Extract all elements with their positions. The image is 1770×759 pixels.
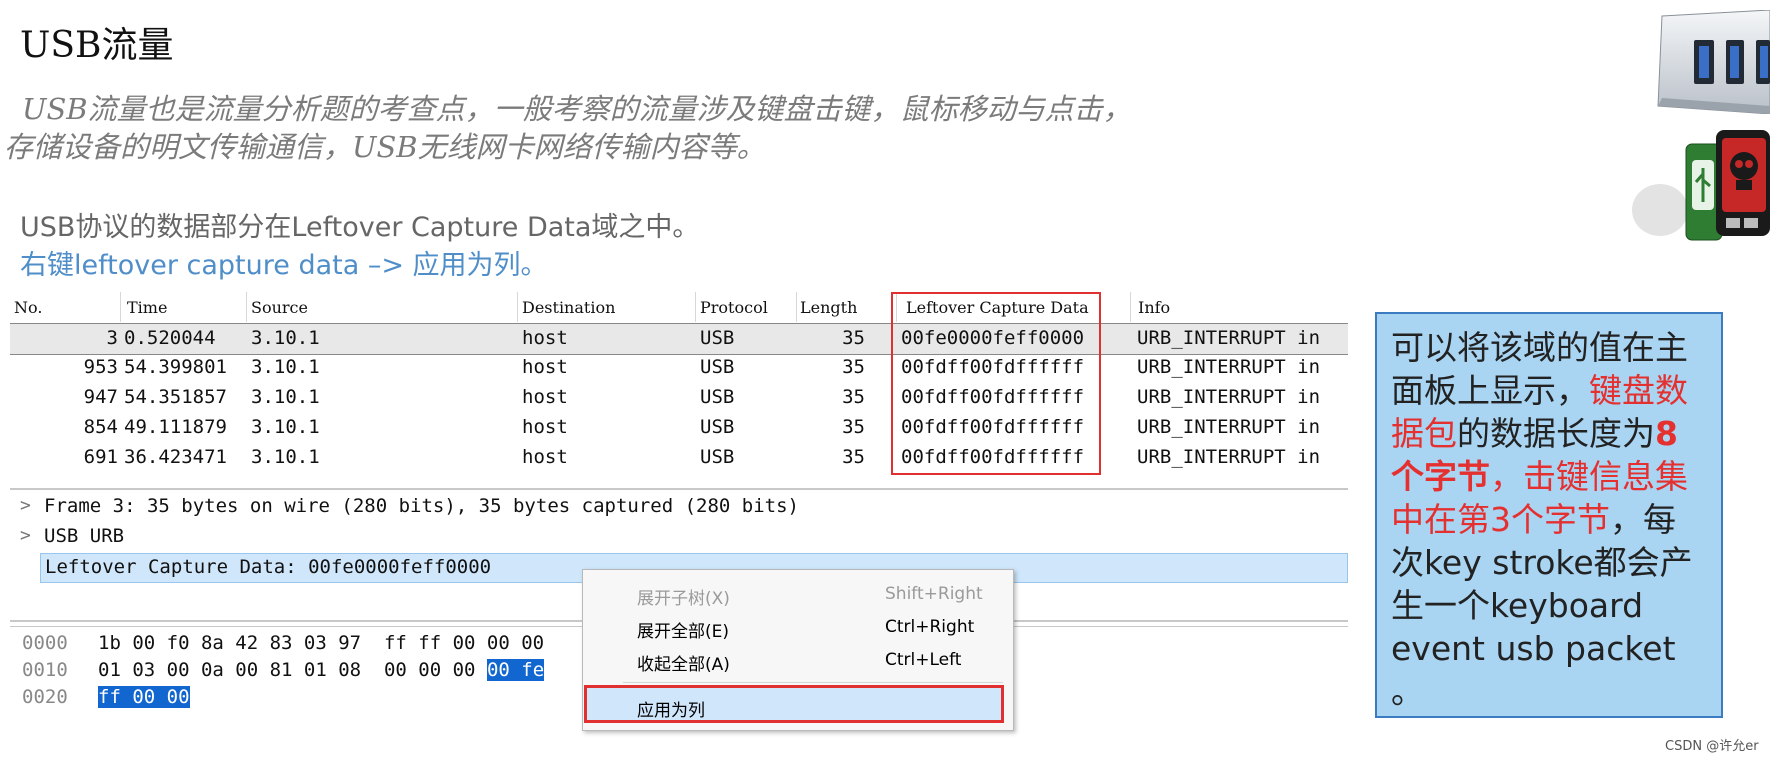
packet-row[interactable]: 947 54.351857 3.10.1 host USB 35 00fdff0… [10,383,1348,413]
menu-item-label: 应用为列 [637,701,705,721]
menu-item-collapse-all[interactable]: 收起全部(A) Ctrl+Left [583,643,1013,675]
menu-item-apply-as-column[interactable]: 应用为列 [584,685,1004,723]
cell-protocol: USB [700,416,735,438]
tree-item-usb-urb[interactable]: > USB URB [10,522,1348,552]
hex-bytes-selected: 00 fe [486,659,545,681]
cell-protocol: USB [700,327,735,349]
cell-source: 3.10.1 [251,356,320,378]
pane-divider[interactable] [10,488,1348,490]
intro-text: USB流量也是流量分析题的考查点，一般考察的流量涉及键盘击键，鼠标移动与点击， … [4,90,1264,166]
cell-destination: host [522,446,568,468]
cell-source: 3.10.1 [251,446,320,468]
menu-item-label: 展开子树(X) [637,589,730,609]
cell-info: URB_INTERRUPT in [1137,327,1321,349]
hex-bytes-selected: ff 00 00 [98,686,190,708]
hex-bytes: 01 03 00 0a 00 81 01 08 00 00 00 [98,659,487,681]
tree-item-label: USB URB [44,525,125,547]
cell-length: 35 [842,327,865,349]
cell-source: 3.10.1 [251,327,320,349]
menu-item-expand-subtree[interactable]: 展开子树(X) Shift+Right [583,577,1013,609]
cell-time: 36.423471 [124,446,227,468]
tree-item-label: Leftover Capture Data: 00fe0000feff0000 [45,556,492,578]
cell-no: 3 [106,327,118,349]
context-menu: 展开子树(X) Shift+Right 展开全部(E) Ctrl+Right 收… [582,569,1014,731]
note-line-2: 右键leftover capture data –> 应用为列。 [20,250,548,281]
menu-item-expand-all[interactable]: 展开全部(E) Ctrl+Right [583,610,1013,642]
cell-protocol: USB [700,386,735,408]
intro-line-2: 存储设备的明文传输通信，USB无线网卡网络传输内容等。 [4,130,766,164]
cell-time: 54.351857 [124,386,227,408]
leftover-column-highlight [891,292,1101,475]
hex-offset: 0000 [22,632,68,654]
cell-destination: host [522,386,568,408]
packet-row[interactable]: 3 0.520044 3.10.1 host USB 35 00fe0000fe… [10,323,1348,355]
cell-destination: host [522,356,568,378]
cell-info: URB_INTERRUPT in [1137,386,1321,408]
explanation-callout: 可以将该域的值在主面板上显示，键盘数据包的数据长度为8个字节，击键信息集中在第3… [1375,312,1723,718]
note-line-1: USB协议的数据部分在Leftover Capture Data域之中。 [20,212,700,243]
hex-offset: 0010 [22,659,68,681]
cell-length: 35 [842,356,865,378]
packet-list-header: No. Time Source Destination Protocol Len… [10,290,1348,323]
hex-bytes: 1b 00 f0 8a 42 83 03 97 ff ff 00 00 00 [98,632,545,654]
usb-drive-skull-image [1632,130,1770,241]
watermark: CSDN @许允er [1665,739,1759,754]
expand-icon[interactable]: > [20,525,31,546]
page-title: USB流量 [20,25,174,66]
menu-item-shortcut: Shift+Right [885,584,983,604]
cell-no: 947 [83,386,118,408]
column-header-info[interactable]: Info [1138,298,1170,317]
column-header-no[interactable]: No. [14,298,42,317]
tree-item-label: Frame 3: 35 bytes on wire (280 bits), 35… [44,495,799,517]
packet-row[interactable]: 953 54.399801 3.10.1 host USB 35 00fdff0… [10,353,1348,383]
cell-length: 35 [842,446,865,468]
cell-time: 0.520044 [124,327,216,349]
cell-length: 35 [842,416,865,438]
menu-item-shortcut: Ctrl+Right [885,617,975,637]
cell-no: 953 [83,356,118,378]
cell-time: 54.399801 [124,356,227,378]
cell-time: 49.111879 [124,416,227,438]
callout-text: 的数据长度为 [1457,414,1655,453]
menu-item-label: 收起全部(A) [637,655,730,675]
cell-info: URB_INTERRUPT in [1137,416,1321,438]
column-header-protocol[interactable]: Protocol [700,298,768,317]
callout-text: ， [1490,457,1523,496]
cell-destination: host [522,416,568,438]
hex-offset: 0020 [22,686,68,708]
column-header-time[interactable]: Time [127,298,167,317]
column-header-source[interactable]: Source [251,298,308,317]
cell-destination: host [522,327,568,349]
cell-protocol: USB [700,446,735,468]
intro-line-1: USB流量也是流量分析题的考查点，一般考察的流量涉及键盘击键，鼠标移动与点击， [22,92,1132,126]
menu-item-label: 展开全部(E) [637,622,730,642]
cell-info: URB_INTERRUPT in [1137,446,1321,468]
expand-icon[interactable]: > [20,495,31,516]
packet-row[interactable]: 854 49.111879 3.10.1 host USB 35 00fdff0… [10,413,1348,443]
column-header-destination[interactable]: Destination [522,298,615,317]
cell-info: URB_INTERRUPT in [1137,356,1321,378]
cell-protocol: USB [700,356,735,378]
cell-source: 3.10.1 [251,386,320,408]
tree-item-frame[interactable]: > Frame 3: 35 bytes on wire (280 bits), … [10,492,1348,522]
usb-hub-image [1657,10,1770,114]
column-header-length[interactable]: Length [800,298,857,317]
cell-no: 854 [83,416,118,438]
cell-no: 691 [83,446,118,468]
menu-item-shortcut: Ctrl+Left [885,650,962,670]
cell-length: 35 [842,386,865,408]
cell-source: 3.10.1 [251,416,320,438]
packet-row[interactable]: 691 36.423471 3.10.1 host USB 35 00fdff0… [10,443,1348,473]
menu-separator [623,682,1003,683]
